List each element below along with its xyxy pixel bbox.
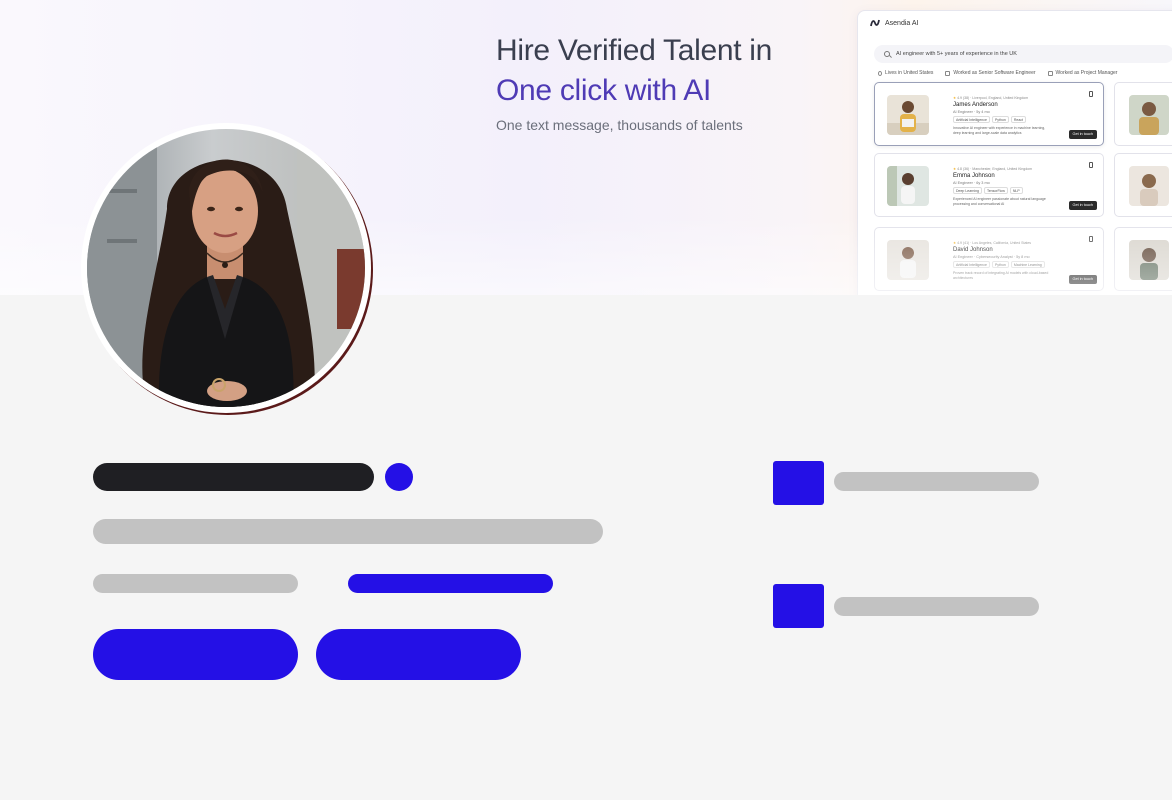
star-icon: ★ — [953, 96, 957, 100]
skill-tag: Deep Learning — [953, 187, 982, 194]
filter-chip[interactable]: Worked as Project Manager — [1047, 70, 1118, 76]
location-icon — [878, 70, 882, 76]
search-query: AI engineer with 5+ years of experience … — [896, 51, 1017, 57]
talent-name: Emma Johnson — [953, 173, 995, 179]
talent-description: Experienced AI engineer passionate about… — [953, 197, 1046, 206]
talent-description: Innovative AI engineer with experience i… — [953, 126, 1046, 135]
skill-tag: Python — [991, 116, 1009, 123]
get-in-touch-button[interactable]: Get in touch — [1068, 201, 1097, 210]
app-header: Asendia AI — [870, 18, 918, 28]
talent-name: James Anderson — [953, 102, 998, 108]
filter-chip[interactable]: Lives in United States — [878, 70, 933, 76]
profile-location-placeholder — [93, 574, 298, 593]
talent-meta: ★ 4.8 (36) · Manchester, England, United… — [953, 167, 1033, 171]
talent-search-bar[interactable]: AI engineer with 5+ years of experience … — [874, 45, 1172, 63]
talent-description: Proven track record of integrating AI mo… — [953, 271, 1049, 280]
skill-tag: NLP — [1009, 187, 1023, 194]
profile-link-placeholder[interactable] — [348, 574, 553, 593]
talent-role: AI Engineer · 5y 4 mo — [953, 110, 990, 114]
asendia-logo-icon — [870, 19, 880, 27]
school-name-placeholder[interactable] — [834, 597, 1039, 616]
hero-title-highlight: One click with AI — [496, 74, 711, 107]
skill-tag: Machine Learning — [1010, 261, 1045, 268]
talent-name: David Johnson — [953, 247, 993, 253]
search-icon — [884, 51, 890, 57]
filter-label: Worked as Project Manager — [1055, 70, 1118, 76]
skill-tag: React — [1010, 116, 1026, 123]
talent-card-peek[interactable] — [1114, 82, 1172, 146]
filter-label: Lives in United States — [885, 70, 934, 76]
talent-role: AI Engineer · Cybersecurity Analyst · 5y… — [953, 255, 1030, 259]
filter-chip[interactable]: Worked as Senior Software Engineer — [945, 70, 1036, 76]
bookmark-icon[interactable] — [1089, 91, 1093, 97]
talent-meta: ★ 4.9 (38) · Liverpool, England, United … — [953, 96, 1029, 100]
talent-tags: Deep Learning TensorFlow NLP — [953, 187, 1023, 194]
talent-photo — [887, 240, 929, 280]
talent-photo — [1129, 166, 1169, 206]
talent-card-peek[interactable] — [1114, 153, 1172, 217]
skill-tag: Artificial Intelligence — [953, 261, 990, 268]
talent-role: AI Engineer · 6y 3 mo — [953, 181, 990, 185]
app-name: Asendia AI — [885, 19, 919, 27]
profile-name-placeholder — [93, 463, 374, 491]
star-icon: ★ — [953, 241, 957, 245]
talent-photo — [887, 166, 929, 206]
bookmark-icon[interactable] — [1089, 236, 1093, 242]
avatar-photo — [87, 129, 365, 407]
hero-title: Hire Verified Talent in — [496, 34, 773, 67]
skill-tag: Artificial Intelligence — [953, 116, 990, 123]
briefcase-icon — [1047, 70, 1053, 76]
talent-card[interactable]: ★ 4.9 (38) · Liverpool, England, United … — [874, 82, 1104, 146]
get-in-touch-button[interactable]: Get in touch — [1068, 130, 1097, 139]
app-mockup: Asendia AI AI engineer with 5+ years of … — [857, 10, 1172, 295]
talent-card[interactable]: ★ 4.9 (41) · Los Angeles, California, Un… — [874, 227, 1104, 291]
briefcase-icon — [945, 70, 951, 76]
star-icon: ★ — [953, 167, 957, 171]
talent-meta: ★ 4.9 (41) · Los Angeles, California, Un… — [953, 241, 1032, 245]
talent-card-peek[interactable] — [1114, 227, 1172, 291]
filter-label: Worked as Senior Software Engineer — [953, 70, 1036, 76]
talent-tags: Artificial Intelligence Python React — [953, 116, 1026, 123]
secondary-action-button-placeholder[interactable] — [316, 629, 521, 680]
bookmark-icon[interactable] — [1089, 162, 1093, 168]
skill-tag: Python — [991, 261, 1009, 268]
talent-tags: Artificial Intelligence Python Machine L… — [953, 261, 1045, 268]
verified-badge-placeholder — [385, 463, 413, 491]
filter-chips: Lives in United States Worked as Senior … — [878, 70, 1117, 76]
skill-tag: TensorFlow — [983, 187, 1008, 194]
school-logo-placeholder — [773, 584, 824, 628]
company-logo-placeholder — [773, 461, 824, 505]
talent-photo — [1129, 95, 1169, 135]
talent-photo — [1129, 240, 1169, 280]
profile-headline-placeholder — [93, 519, 603, 544]
company-name-placeholder[interactable] — [834, 472, 1039, 491]
primary-action-button-placeholder[interactable] — [93, 629, 298, 680]
hero-subtitle: One text message, thousands of talents — [496, 117, 743, 133]
talent-card[interactable]: ★ 4.8 (36) · Manchester, England, United… — [874, 153, 1104, 217]
get-in-touch-button[interactable]: Get in touch — [1068, 275, 1097, 284]
talent-photo — [887, 95, 929, 135]
profile-avatar[interactable] — [81, 123, 371, 413]
